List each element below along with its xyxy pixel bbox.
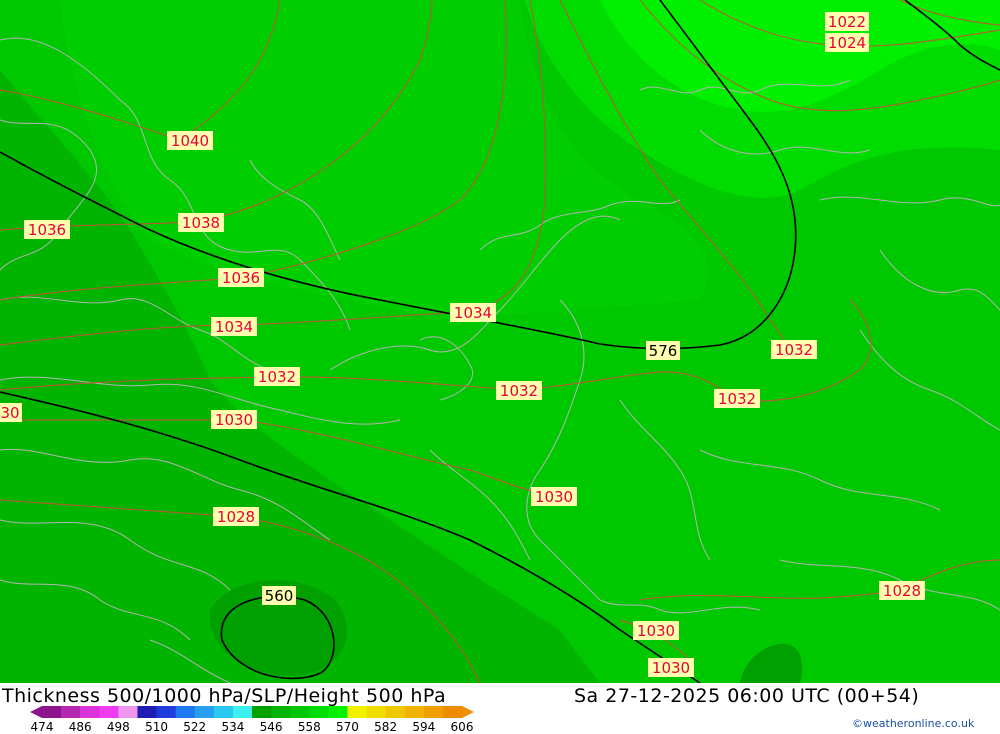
legend-cell <box>213 706 234 718</box>
legend-cell <box>252 706 272 718</box>
legend-tick-label: 570 <box>336 720 359 734</box>
isobar-label-1030-s2: 1030 <box>652 659 690 677</box>
legend-cell <box>423 706 444 718</box>
legend-tick-label: 486 <box>68 720 92 734</box>
height-label-560: 560 <box>265 587 294 605</box>
color-legend <box>30 706 474 718</box>
legend-cell <box>80 706 100 718</box>
legend-tick-label: 534 <box>221 720 245 734</box>
map-datetime: Sa 27-12-2025 06:00 UTC (00+54) <box>574 685 920 707</box>
isobar-label-1032-se: 1032 <box>718 390 756 408</box>
legend-cell <box>347 706 368 718</box>
legend-tick-label: 558 <box>297 720 321 734</box>
isobar-label-1022: 1022 <box>828 13 866 31</box>
legend-cell <box>404 706 425 718</box>
legend-cell <box>156 706 177 718</box>
map-title: Thickness 500/1000 hPa/SLP/Height 500 hP… <box>2 685 447 707</box>
map-area: 1022 1024 1040 1036 1038 1036 1034 1034 … <box>0 0 1000 683</box>
legend-tick-label: 606 <box>450 720 474 734</box>
isobar-label-1030-s: 1030 <box>637 622 675 640</box>
legend-tick-label: 498 <box>106 720 130 734</box>
isobar-label-1040: 1040 <box>171 132 209 150</box>
legend-cells <box>30 706 474 718</box>
weather-map: 1022 1024 1040 1036 1038 1036 1034 1034 … <box>0 0 1000 683</box>
isobar-label-1032-c: 1032 <box>500 382 538 400</box>
legend-arrow-right <box>462 706 474 718</box>
legend-cell <box>194 706 215 718</box>
isobar-label-30: 30 <box>0 404 19 422</box>
isobar-label-1034-w: 1034 <box>215 318 253 336</box>
legend-cell <box>271 706 291 718</box>
legend-tick-label: 594 <box>412 720 436 734</box>
legend-cell <box>118 706 138 718</box>
legend-tick-label: 582 <box>374 720 398 734</box>
isobar-label-1034: 1034 <box>454 304 492 322</box>
isobar-label-1030-c: 1030 <box>535 488 573 506</box>
isobar-label-1038: 1038 <box>182 214 220 232</box>
isobar-label-1036-w: 1036 <box>28 221 66 239</box>
isobar-label-1032-e: 1032 <box>775 341 813 359</box>
legend-ticks: 474 486 498 510 522 534 546 558 570 582 594 606 <box>30 720 500 734</box>
isobar-label-1028-e: 1028 <box>883 582 921 600</box>
legend-cell <box>61 706 81 718</box>
legend-cell <box>42 706 62 718</box>
isobar-label-1032-w: 1032 <box>258 368 296 386</box>
isobar-label-1036: 1036 <box>222 269 260 287</box>
legend-arrow-left <box>30 706 42 718</box>
isobar-label-1028-w: 1028 <box>217 508 255 526</box>
legend-tick-label: 474 <box>30 720 54 734</box>
isobar-label-1024: 1024 <box>828 34 866 52</box>
legend-tick-label: 546 <box>259 720 283 734</box>
legend-cell <box>99 706 119 718</box>
legend-tick-label: 510 <box>145 720 168 734</box>
legend-cell <box>290 706 310 718</box>
legend-cell <box>309 706 329 718</box>
isobar-label-1030-w: 1030 <box>215 411 253 429</box>
legend-cell <box>385 706 406 718</box>
legend-cell <box>328 706 348 718</box>
legend-cell <box>232 706 253 718</box>
legend-cell <box>137 706 158 718</box>
map-footer: Thickness 500/1000 hPa/SLP/Height 500 hP… <box>0 683 1000 734</box>
height-label-576: 576 <box>649 342 678 360</box>
legend-tick-label: 522 <box>183 720 207 734</box>
credit-link[interactable]: ©weatheronline.co.uk <box>852 717 974 730</box>
legend-cell <box>366 706 387 718</box>
legend-cell <box>175 706 196 718</box>
legend-cell <box>442 706 463 718</box>
